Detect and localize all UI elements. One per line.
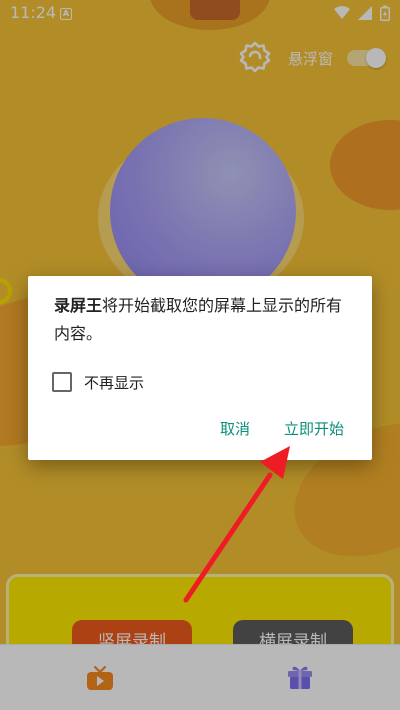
dont-show-again-checkbox[interactable]	[52, 372, 72, 392]
screen-capture-dialog: 录屏王将开始截取您的屏幕上显示的所有内容。 不再显示 取消 立即开始	[28, 276, 372, 460]
cancel-button[interactable]: 取消	[220, 418, 250, 439]
dont-show-again-label: 不再显示	[84, 373, 145, 392]
dialog-message: 录屏王将开始截取您的屏幕上显示的所有内容。	[54, 292, 354, 348]
dont-show-again-row[interactable]: 不再显示	[52, 370, 144, 394]
dialog-app-name: 录屏王	[54, 296, 103, 315]
start-now-button[interactable]: 立即开始	[284, 418, 344, 439]
